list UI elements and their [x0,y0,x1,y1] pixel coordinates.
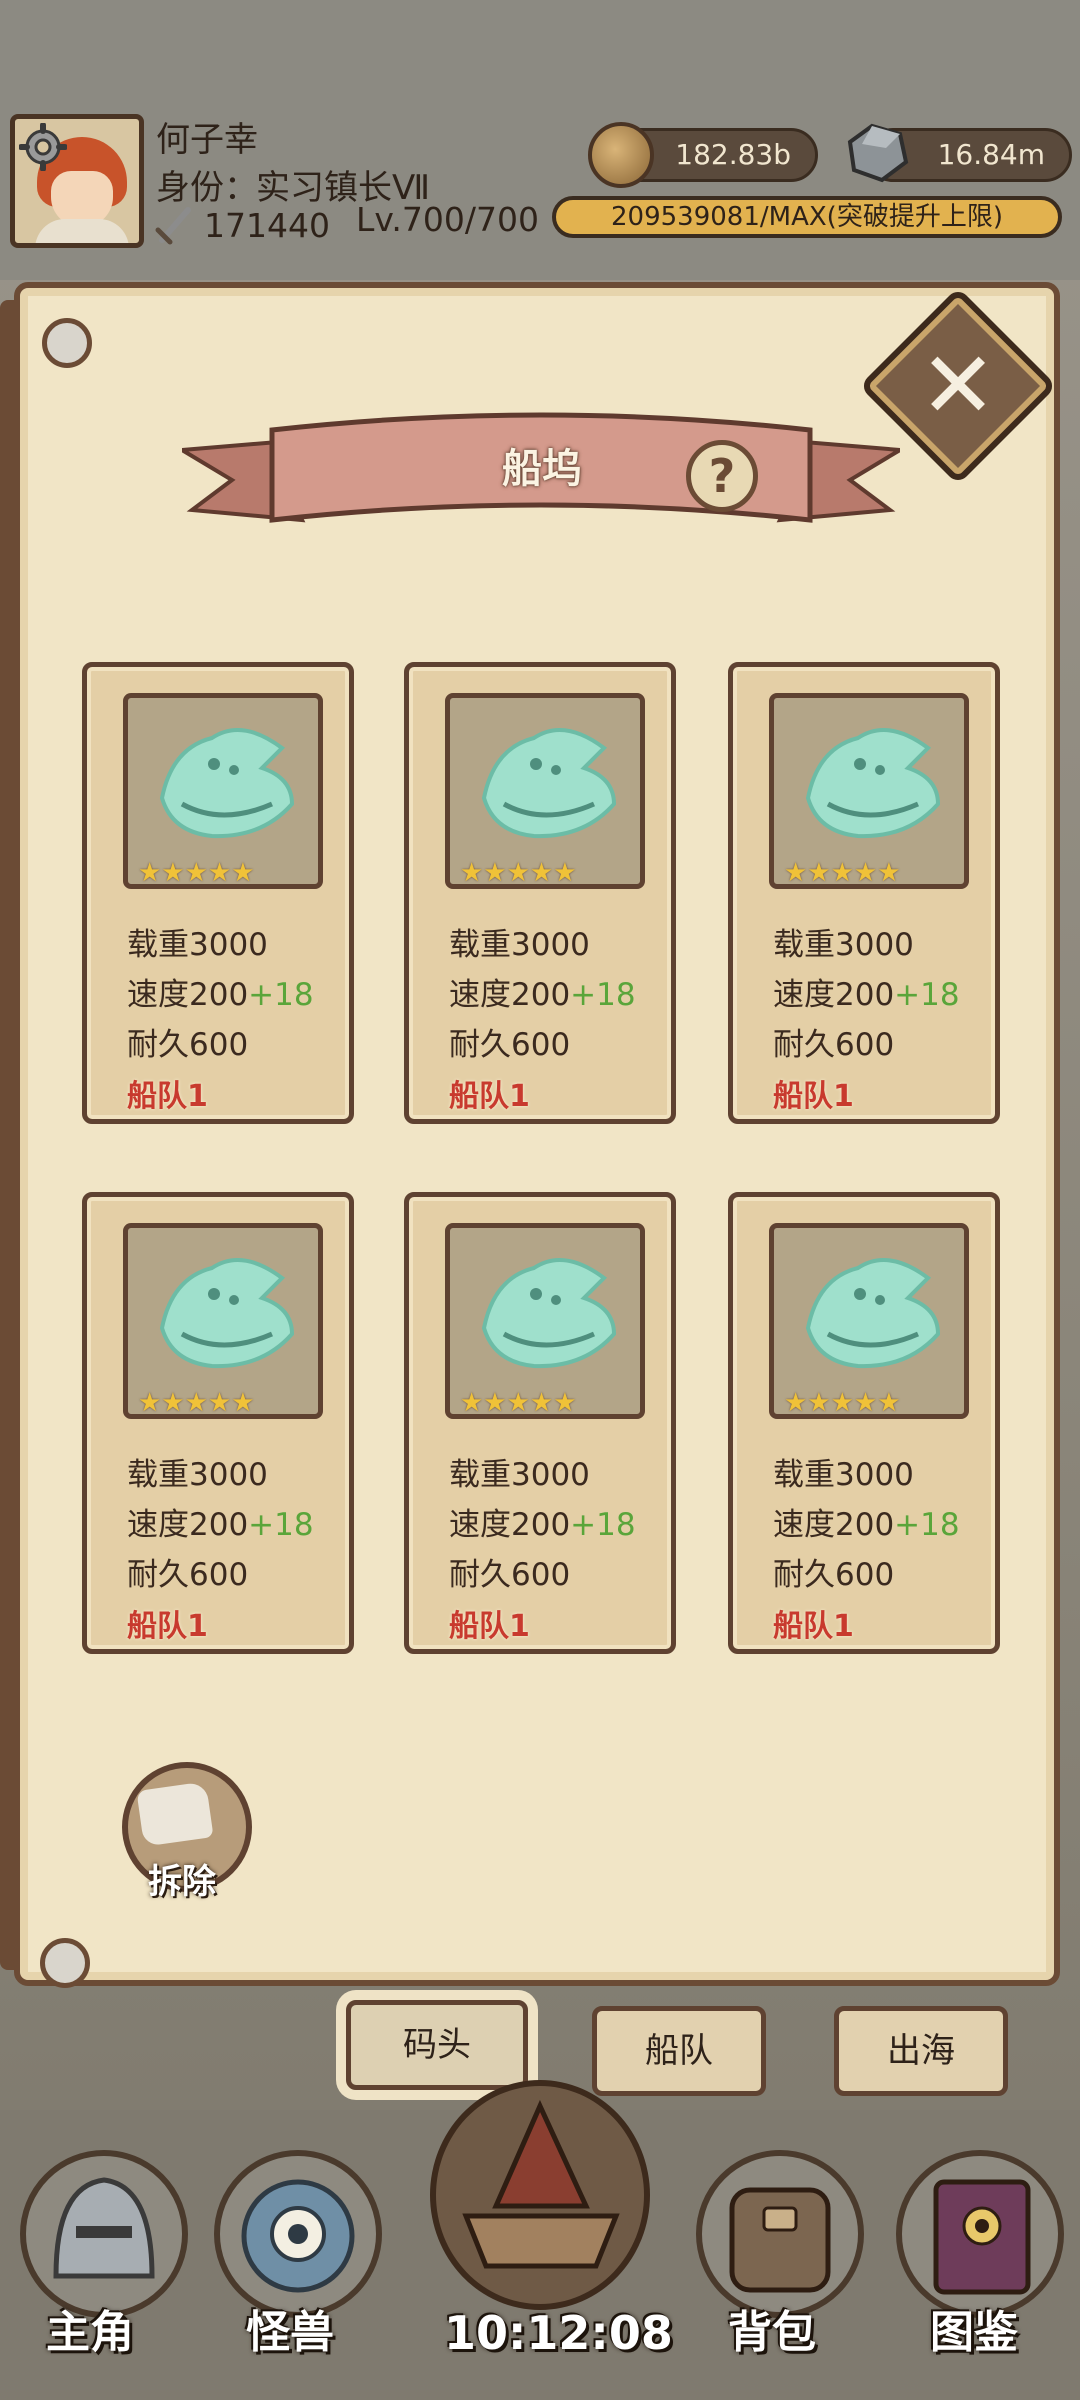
nav-monster-label[interactable]: 怪兽 [246,2296,334,2360]
book-icon [933,2179,1031,2295]
ship-load: 载重3000 [449,927,590,963]
nav-bag-label[interactable]: 背包 [728,2296,816,2360]
helmet-icon [53,2177,155,2279]
close-icon[interactable]: ✕ [910,338,1006,434]
star-rating: ★★★★★ [138,858,255,888]
combat-power: 171440 [204,206,330,245]
ship-fleet-tag: 船队1 [773,1079,854,1114]
ship-speed-value: 速度200 [449,977,571,1013]
ship-icon [462,2099,620,2269]
ship-speed-value: 速度200 [449,1507,571,1543]
ship-load: 载重3000 [773,1457,914,1493]
ship-fleet-tag: 船队1 [773,1609,854,1644]
hammer-icon [136,1781,214,1847]
panel-title: 船坞 [502,446,582,492]
coin-icon [588,122,654,188]
star-rating: ★★★★★ [460,858,577,888]
ship-portrait[interactable]: ★★★★★ [445,1223,645,1419]
star-rating: ★★★★★ [784,1388,901,1418]
ship-speed-bonus: +18 [248,1507,314,1543]
nav-codex-label[interactable]: 图鉴 [930,2296,1018,2360]
ghost-ship-icon [159,728,295,839]
player-avatar[interactable] [10,114,144,248]
star-rating: ★★★★★ [784,858,901,888]
tab-fleet[interactable]: 船队 [592,2006,766,2096]
tab-dock[interactable]: 码头 [346,2000,528,2090]
ship-load: 载重3000 [127,1457,268,1493]
ship-speed-bonus: +18 [570,1507,636,1543]
ship-speed: 速度200+18 [773,969,960,1014]
ship-speed-value: 速度200 [773,1507,895,1543]
ghost-ship-icon [159,1258,295,1369]
ship-speed-bonus: +18 [894,1507,960,1543]
ship-portrait[interactable]: ★★★★★ [769,693,969,889]
ghost-ship-icon [481,728,617,839]
ship-speed-value: 速度200 [127,1507,249,1543]
ship-speed: 速度200+18 [449,969,636,1014]
pin-icon [40,1938,90,1988]
star-rating: ★★★★★ [138,1388,255,1418]
ship-portrait[interactable]: ★★★★★ [123,693,323,889]
backpack-icon [729,2187,831,2293]
nav-codex-button[interactable] [896,2150,1064,2318]
ship-card[interactable]: ★★★★★ 载重3000 速度200+18 耐久600 船队1 [404,662,676,1124]
avatar-body [35,219,129,243]
ship-speed-bonus: +18 [570,977,636,1013]
ship-durability: 耐久600 [773,1027,895,1063]
ship-speed: 速度200+18 [449,1499,636,1544]
pin-icon [42,318,92,368]
nav-hero-button[interactable] [20,2150,188,2318]
ship-load: 载重3000 [449,1457,590,1493]
ship-fleet-tag: 船队1 [127,1609,208,1644]
sword-icon [155,207,191,245]
player-name: 何子幸 [156,120,258,160]
ghost-ship-icon [805,1258,941,1369]
ship-fleet-tag: 船队1 [449,1609,530,1644]
ship-speed: 速度200+18 [127,969,314,1014]
ship-load: 载重3000 [127,927,268,963]
ship-fleet-tag: 船队1 [449,1079,530,1114]
help-button[interactable]: ? [686,440,758,512]
ship-speed: 速度200+18 [127,1499,314,1544]
tab-sea[interactable]: 出海 [834,2006,1008,2096]
exp-bar: 209539081/MAX(突破提升上限) [552,196,1062,238]
ship-durability: 耐久600 [449,1027,571,1063]
player-level: Lv.700/700 [356,200,539,239]
ship-portrait[interactable]: ★★★★★ [445,693,645,889]
ship-card[interactable]: ★★★★★ 载重3000 速度200+18 耐久600 船队1 [728,662,1000,1124]
ship-speed-bonus: +18 [248,977,314,1013]
dismantle-label[interactable]: 拆除 [148,1854,216,1903]
player-header: 何子幸 身份： 实习镇长Ⅶ 171440 Lv.700/700 182.83b … [0,0,1080,280]
eye-monster-icon [241,2179,355,2293]
gear-icon[interactable] [19,123,67,171]
nav-monster-button[interactable] [214,2150,382,2318]
ship-durability: 耐久600 [127,1557,249,1593]
ship-speed-bonus: +18 [894,977,960,1013]
ship-card[interactable]: ★★★★★ 载重3000 速度200+18 耐久600 船队1 [404,1192,676,1654]
ship-speed-value: 速度200 [773,977,895,1013]
ship-card[interactable]: ★★★★★ 载重3000 速度200+18 耐久600 船队1 [728,1192,1000,1654]
ship-speed-value: 速度200 [127,977,249,1013]
ship-card[interactable]: ★★★★★ 载重3000 速度200+18 耐久600 船队1 [82,662,354,1124]
ship-portrait[interactable]: ★★★★★ [769,1223,969,1419]
ore-icon [847,123,909,183]
ship-fleet-tag: 船队1 [127,1079,208,1114]
star-rating: ★★★★★ [460,1388,577,1418]
nav-bag-button[interactable] [696,2150,864,2318]
ship-portrait[interactable]: ★★★★★ [123,1223,323,1419]
ship-card[interactable]: ★★★★★ 载重3000 速度200+18 耐久600 船队1 [82,1192,354,1654]
nav-ship-button[interactable] [430,2080,650,2310]
clock: 10:12:08 [444,2306,673,2360]
ghost-ship-icon [481,1258,617,1369]
ship-durability: 耐久600 [773,1557,895,1593]
ship-durability: 耐久600 [449,1557,571,1593]
ship-load: 载重3000 [773,927,914,963]
ship-durability: 耐久600 [127,1027,249,1063]
ship-speed: 速度200+18 [773,1499,960,1544]
identity-label: 身份： [156,168,258,208]
nav-hero-label[interactable]: 主角 [46,2296,134,2360]
ghost-ship-icon [805,728,941,839]
